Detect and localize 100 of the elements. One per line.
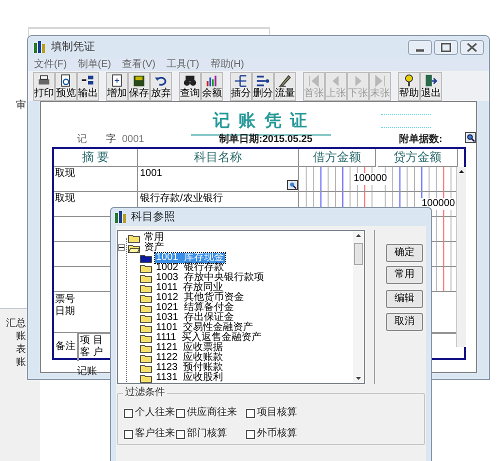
toolbar-button[interactable]: 帮助 [398, 72, 420, 100]
tree-item[interactable]: 1121 应收票据 [155, 343, 224, 353]
tree-item[interactable]: 1012 其他货币资金 [155, 293, 245, 303]
maximize-button[interactable] [434, 40, 458, 54]
ticket-label: 票号 [54, 294, 76, 306]
pencil-icon [278, 74, 292, 88]
tree-item[interactable]: 1021 结算备付金 [155, 303, 235, 313]
list-item[interactable]: 表 [16, 344, 26, 356]
folder-icon [140, 344, 152, 352]
bar-chart-icon [205, 74, 219, 88]
tree-item[interactable]: 1131 应收股利 [155, 373, 224, 383]
checkbox[interactable] [176, 430, 185, 438]
menu-item[interactable]: 查看(V) [122, 58, 156, 70]
expander-icon[interactable] [118, 244, 125, 251]
lookup-button[interactable] [287, 180, 298, 190]
customer-label: 客 户 [79, 347, 104, 359]
preview-icon [59, 74, 73, 88]
list-item[interactable]: 账 [16, 331, 26, 343]
table-cell: 100000 [421, 198, 455, 210]
tree-item[interactable]: 1122 应收账款 [155, 353, 224, 363]
scrollbar[interactable] [353, 231, 364, 383]
folder-icon [140, 284, 152, 292]
tree-item[interactable]: 1031 存出保证金 [155, 313, 235, 323]
dialog-button[interactable]: 常用 [386, 266, 423, 284]
folder-icon [140, 274, 152, 282]
exit-icon [424, 74, 438, 88]
menu-item[interactable]: 工具(T) [166, 58, 200, 70]
tree-item[interactable]: 资产 [143, 243, 165, 253]
dialog-button[interactable]: 编辑 [386, 290, 423, 308]
checkbox-label: 项目核算 [257, 407, 297, 419]
tree-item[interactable]: 1101 交易性金融资产 [155, 323, 254, 333]
folder-icon [140, 354, 152, 362]
open-folder-icon [128, 244, 140, 252]
last-icon [373, 74, 387, 88]
minimize-button[interactable] [408, 40, 432, 54]
table-cell-text: 1001 [139, 168, 164, 180]
dialog-button[interactable]: 取消 [386, 313, 423, 331]
column-header: 摘 要 [54, 149, 138, 167]
menu-item[interactable]: 帮助(H) [210, 58, 244, 70]
scrollbar[interactable] [456, 167, 466, 347]
tree-item[interactable]: 常用 [143, 233, 165, 243]
toolbar-button[interactable]: 输出 [77, 72, 99, 100]
maximize-icon [441, 42, 451, 52]
toolbar-button[interactable]: 保存 [128, 72, 150, 100]
list-item[interactable]: 账 [16, 357, 26, 369]
toolbar-button[interactable]: 余额 [201, 72, 223, 100]
insert-row-icon [234, 74, 248, 88]
checkbox[interactable] [176, 408, 185, 418]
scroll-thumb[interactable] [354, 243, 363, 265]
tree-item[interactable]: 1003 存放中央银行款项 [155, 273, 265, 283]
list-item[interactable]: 汇总 [6, 318, 26, 330]
toolbar-button[interactable]: 查询 [179, 72, 201, 100]
books-icon [114, 210, 128, 224]
toolbar-button[interactable]: 流量 [274, 72, 296, 100]
search-button[interactable] [465, 132, 476, 143]
window-title: 填制凭证 [51, 40, 95, 55]
toolbar-button[interactable]: 放弃 [150, 72, 172, 100]
menu-item[interactable]: 文件(F) [34, 58, 67, 70]
tree-item[interactable]: 1011 存放同业 [155, 283, 224, 293]
folder-icon [140, 304, 152, 312]
checkbox[interactable] [124, 408, 133, 418]
filter-group-title: 过滤条件 [123, 387, 167, 399]
folder-icon [140, 314, 152, 322]
new-document-icon [110, 74, 124, 88]
voucher-date: 制单日期:2015.05.25 [219, 132, 312, 147]
close-button[interactable] [460, 40, 484, 54]
toolbar-button[interactable]: 删分 [252, 72, 274, 100]
tree-item[interactable]: 1002 银行存款 [155, 263, 225, 273]
tree-item[interactable]: 1111 买入返售金融资产 [155, 333, 263, 343]
tree-item[interactable]: 1123 预付账款 [155, 363, 224, 373]
date-label: 日期 [54, 306, 76, 318]
minimize-icon [416, 48, 424, 52]
list-item[interactable]: 审 [16, 100, 26, 112]
checkbox[interactable] [246, 408, 255, 418]
folder-icon [140, 254, 152, 262]
checkbox-label: 部门核算 [187, 428, 227, 440]
menu-item[interactable]: 制单(E) [78, 58, 112, 70]
checkbox[interactable] [124, 430, 133, 438]
checkbox-label: 客户往来 [135, 428, 175, 440]
footer-label: 记账 [77, 364, 97, 379]
note-label: 备注 [54, 333, 78, 361]
printer-icon [37, 74, 51, 88]
column-header: 借方金额 [299, 149, 376, 167]
table-cell-text: 银行存款/农业银行 [139, 193, 224, 205]
table-cell: 100000 [353, 173, 387, 185]
toolbar-button[interactable]: 增加 [106, 72, 128, 100]
toolbar-button[interactable]: 退出 [420, 72, 442, 100]
binoculars-icon [183, 74, 197, 88]
toolbar-button[interactable]: 打印 [33, 72, 55, 100]
toolbar-button[interactable]: 插分 [230, 72, 252, 100]
project-label: 项 目 [79, 335, 104, 346]
toolbar-button[interactable]: 预览 [55, 72, 77, 100]
dialog-button[interactable]: 确定 [386, 244, 423, 262]
checkbox-label: 供应商往来 [187, 407, 237, 419]
delete-row-icon [256, 74, 270, 88]
number-label: 字 [106, 132, 116, 147]
checkbox[interactable] [246, 430, 255, 438]
first-icon [307, 74, 321, 88]
folder-icon [140, 334, 152, 342]
folder-icon [140, 364, 152, 372]
